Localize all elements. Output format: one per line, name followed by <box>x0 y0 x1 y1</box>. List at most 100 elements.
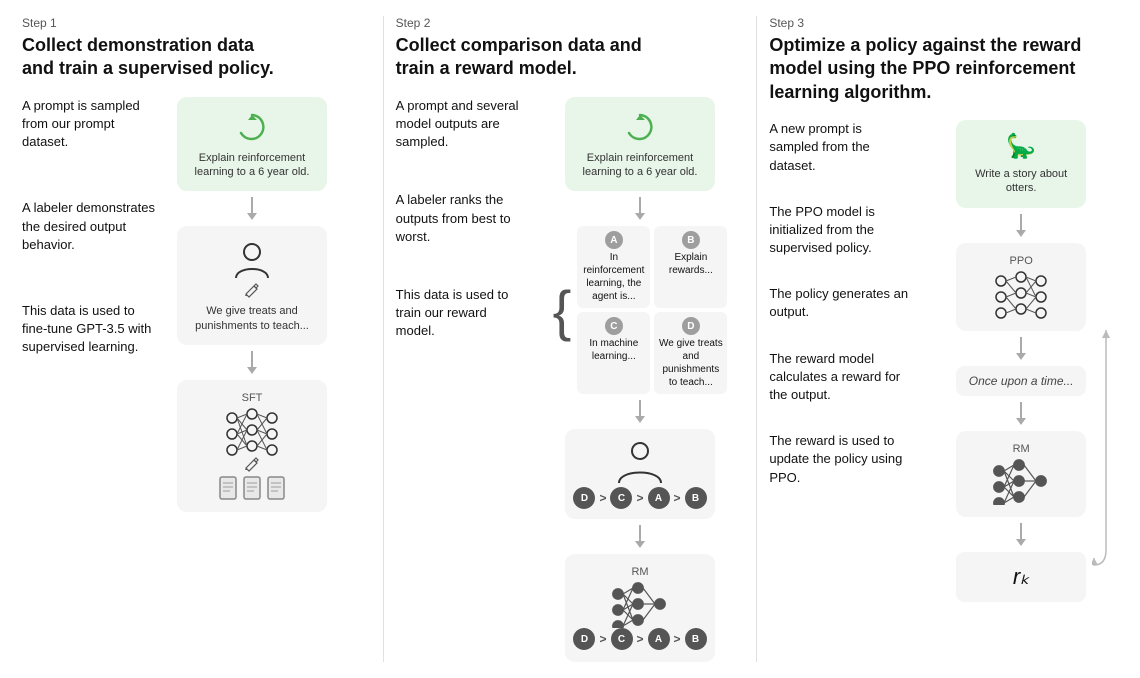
step2-rm-label: RM <box>631 566 648 578</box>
output-text-d: We give treats and punishments to teach.… <box>658 337 723 389</box>
output-card-a: A In reinforcement learning, the agent i… <box>577 226 650 308</box>
output-letter-d: D <box>682 317 700 335</box>
otter-icon: 🦕 <box>1006 132 1036 161</box>
pen-icon <box>244 282 260 298</box>
rm-network-icon <box>610 580 670 628</box>
step1-diagram: Explain reinforcement learning to a 6 ye… <box>172 97 332 663</box>
step1-title: Collect demonstration data and train a s… <box>22 34 371 81</box>
step3-text-1: The PPO model is initialized from the su… <box>769 203 914 258</box>
step3-column: Step 3 Optimize a policy against the rew… <box>757 16 1130 662</box>
output-card-b: B Explain rewards... <box>654 226 727 308</box>
step1-label: Step 1 <box>22 16 371 30</box>
rank-c: C <box>610 487 632 509</box>
step3-text-0: A new prompt is sampled from the dataset… <box>769 120 914 175</box>
step2-prompt-label: Explain reinforcement learning to a 6 ye… <box>577 151 703 180</box>
step3-prompt-label: Write a story about otters. <box>968 167 1074 196</box>
doc-icon-2 <box>242 476 262 500</box>
step2-arrow-1 <box>635 197 645 220</box>
doc-icon-3 <box>266 476 286 500</box>
step1-text-1: A labeler demonstrates the desired outpu… <box>22 199 162 254</box>
rank-b: B <box>685 487 707 509</box>
step1-column: Step 1 Collect demonstration data and tr… <box>10 16 384 662</box>
rank-a: A <box>648 487 670 509</box>
sft-label: SFT <box>242 392 263 404</box>
step3-arrow-1 <box>1016 214 1026 237</box>
refresh-icon-2 <box>622 109 658 145</box>
output-letter-a: A <box>605 231 623 249</box>
step2-prompt-card: Explain reinforcement learning to a 6 ye… <box>565 97 715 192</box>
rm-rank-b: B <box>685 628 707 650</box>
ppo-label: PPO <box>1010 255 1033 267</box>
docs-row <box>218 476 286 500</box>
step3-arrow-4 <box>1016 523 1026 546</box>
step1-prompt-label: Explain reinforcement learning to a 6 ye… <box>189 151 315 180</box>
rm-gt-3: > <box>674 632 681 646</box>
output-text-b: Explain rewards... <box>658 251 723 277</box>
step1-sft-card: SFT <box>177 380 327 512</box>
step2-label: Step 2 <box>396 16 745 30</box>
pen-icon-2 <box>244 456 260 472</box>
sft-network-icon <box>222 406 282 456</box>
step1-labeler-card: We give treats and punishments to teach.… <box>177 226 327 345</box>
gt-3: > <box>674 491 681 505</box>
step2-left-text: A prompt and several model outputs are s… <box>396 97 526 663</box>
step3-diagram: 🦕 Write a story about otters. PPO <box>924 120 1118 662</box>
doc-icon-1 <box>218 476 238 500</box>
output-card-d: D We give treats and punishments to teac… <box>654 312 727 394</box>
step1-labeler-label: We give treats and punishments to teach.… <box>189 304 315 333</box>
main-container: Step 1 Collect demonstration data and tr… <box>0 0 1140 678</box>
step2-outputs-grid: A In reinforcement learning, the agent i… <box>577 226 727 394</box>
step2-content: A prompt and several model outputs are s… <box>396 97 745 663</box>
rk-text: rₖ <box>1013 564 1030 589</box>
output-text-a: In reinforcement learning, the agent is.… <box>581 251 646 303</box>
step1-text-2: This data is used to fine-tune GPT-3.5 w… <box>22 302 162 357</box>
rm-rank-a: A <box>648 628 670 650</box>
step3-content: A new prompt is sampled from the dataset… <box>769 120 1118 662</box>
step2-arrow-2 <box>635 400 645 423</box>
step3-label: Step 3 <box>769 16 1118 30</box>
step2-column: Step 2 Collect comparison data and train… <box>384 16 758 662</box>
ranked-person-icon <box>605 439 675 487</box>
rm-gt-1: > <box>599 632 606 646</box>
refresh-icon <box>234 109 270 145</box>
step1-prompt-card: Explain reinforcement learning to a 6 ye… <box>177 97 327 192</box>
ppo-network-icon <box>991 269 1051 319</box>
curly-brace: { <box>553 226 572 394</box>
step2-text-0: A prompt and several model outputs are s… <box>396 97 526 152</box>
step3-output-card: Once upon a time... <box>956 366 1086 396</box>
step2-arrow-3 <box>635 525 645 548</box>
step3-ppo-card: PPO <box>956 243 1086 331</box>
step2-ranked-card: D > C > A > B <box>565 429 715 519</box>
step3-rm-label: RM <box>1013 443 1030 455</box>
step3-text-4: The reward is used to update the policy … <box>769 432 914 487</box>
step3-text-2: The policy generates an output. <box>769 285 914 321</box>
gt-2: > <box>636 491 643 505</box>
step2-rm-card: RM <box>565 554 715 662</box>
step3-rm-network-icon <box>991 457 1051 505</box>
step3-text-3: The reward model calculates a reward for… <box>769 350 914 405</box>
output-text: Once upon a time... <box>969 374 1074 388</box>
ppo-loop-arrow <box>1092 330 1120 570</box>
rm-gt-2: > <box>637 632 644 646</box>
step2-diagram: Explain reinforcement learning to a 6 ye… <box>536 97 745 663</box>
person-icon <box>230 238 274 282</box>
step1-arrow-2 <box>247 351 257 374</box>
step3-title: Optimize a policy against the reward mod… <box>769 34 1118 104</box>
step2-rm-ranking: D > C > A > B <box>573 628 706 650</box>
rm-rank-d: D <box>573 628 595 650</box>
step1-left-text: A prompt is sampled from our prompt data… <box>22 97 162 663</box>
step3-left-text: A new prompt is sampled from the dataset… <box>769 120 914 662</box>
step3-prompt-card: 🦕 Write a story about otters. <box>956 120 1086 208</box>
step1-text-0: A prompt is sampled from our prompt data… <box>22 97 162 152</box>
rank-d: D <box>573 487 595 509</box>
step2-text-1: A labeler ranks the outputs from best to… <box>396 191 526 246</box>
step3-arrow-3 <box>1016 402 1026 425</box>
output-letter-b: B <box>682 231 700 249</box>
step3-rm-card: RM <box>956 431 1086 517</box>
output-letter-c: C <box>605 317 623 335</box>
step2-text-2: This data is used to train our reward mo… <box>396 286 526 341</box>
step3-rk-card: rₖ <box>956 552 1086 602</box>
step2-outputs-area: { A In reinforcement learning, the agent… <box>553 226 728 394</box>
output-card-c: C In machine learning... <box>577 312 650 394</box>
step3-arrow-2 <box>1016 337 1026 360</box>
